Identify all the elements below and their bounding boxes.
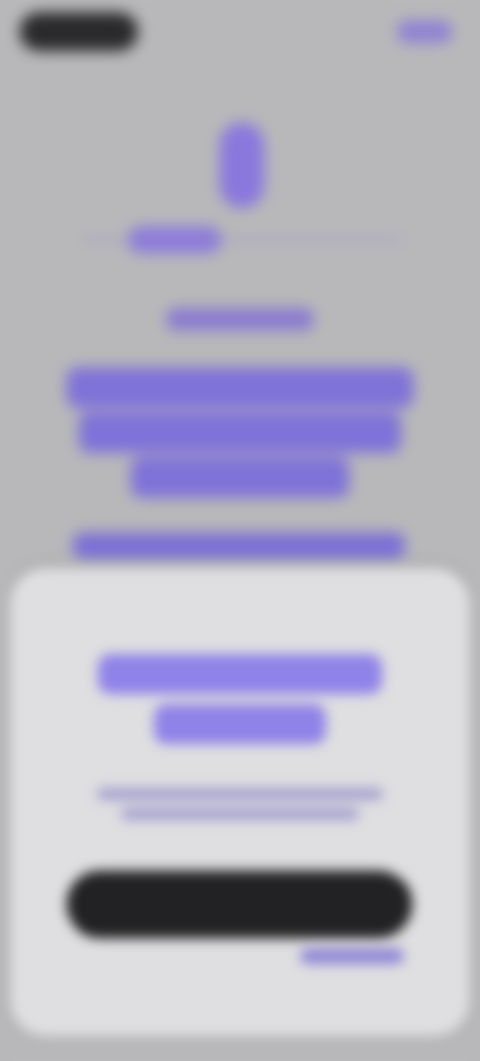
hero-secondary-text <box>72 532 406 559</box>
sheet-description-line-2 <box>121 808 359 820</box>
primary-action-button[interactable] <box>66 870 412 938</box>
headline-line-1 <box>66 367 414 408</box>
status-indicator <box>397 20 453 43</box>
secondary-action-link[interactable] <box>300 948 404 964</box>
mascot-body-icon <box>219 122 265 209</box>
hero-headline <box>63 363 418 502</box>
sheet-title <box>50 644 430 754</box>
ground-line <box>80 237 404 242</box>
sheet-title-line-1 <box>98 654 382 694</box>
headline-line-3 <box>130 456 350 498</box>
sheet-description-line-1 <box>97 788 383 800</box>
sheet-description <box>94 780 386 828</box>
status-pill <box>19 12 139 52</box>
hero-subheading <box>166 308 314 331</box>
sheet-title-line-2 <box>154 704 326 744</box>
headline-line-2 <box>78 412 402 453</box>
